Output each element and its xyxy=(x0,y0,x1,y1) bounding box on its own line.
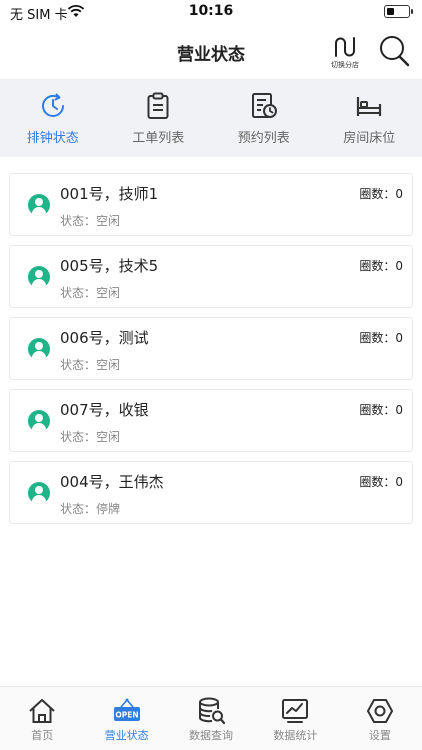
database-search-icon xyxy=(199,697,226,725)
round-count: 圈数：0 xyxy=(359,475,403,489)
technician-name: 005号，技术5 xyxy=(60,257,159,275)
open-sign-icon: OPEN xyxy=(113,698,140,721)
nav-home[interactable]: 首页 xyxy=(0,687,84,750)
technician-card[interactable]: 005号，技术5 状态：空闲 圈数：0 xyxy=(9,245,413,308)
technician-name: 004号，王伟杰 xyxy=(60,473,164,491)
technician-card[interactable]: 004号，王伟杰 状态：停牌 圈数：0 xyxy=(9,461,413,524)
top-tab-bar: 排钟状态 工单列表 预约列表 房间床位 xyxy=(0,79,422,157)
avatar-icon xyxy=(28,482,50,504)
tab-label: 排钟状态 xyxy=(26,131,79,146)
clock-time: 10:16 xyxy=(188,3,234,19)
avatar-icon xyxy=(28,266,50,288)
clock-refresh-icon xyxy=(41,93,64,117)
tab-label: 房间床位 xyxy=(343,131,396,146)
tab-schedule-status[interactable]: 排钟状态 xyxy=(0,79,106,157)
nav-label: 首页 xyxy=(31,729,54,742)
status-bar: 无 SIM 卡 10:16 xyxy=(0,0,422,26)
tab-appointments[interactable]: 预约列表 xyxy=(211,79,317,157)
tab-work-orders[interactable]: 工单列表 xyxy=(106,79,212,157)
battery-level xyxy=(386,7,394,15)
technician-status: 状态：空闲 xyxy=(60,430,121,444)
technician-status: 状态：停牌 xyxy=(60,502,121,516)
technician-status: 状态：空闲 xyxy=(60,214,121,228)
nav-label: 设置 xyxy=(368,729,391,742)
wave-switch-icon xyxy=(335,37,355,57)
avatar-icon xyxy=(28,338,50,360)
technician-card[interactable]: 007号，收银 状态：空闲 圈数：0 xyxy=(9,389,413,452)
line-chart-icon xyxy=(282,699,309,723)
technician-status: 状态：空闲 xyxy=(60,358,121,372)
nav-data-stats[interactable]: 数据统计 xyxy=(253,687,337,750)
search-icon xyxy=(380,36,410,67)
open-badge-text: OPEN xyxy=(115,711,138,720)
schedule-doc-icon xyxy=(251,93,277,118)
technician-status: 状态：空闲 xyxy=(60,286,121,300)
technician-name: 007号，收银 xyxy=(60,401,149,419)
switch-branch-button[interactable]: 切换分店 xyxy=(326,32,364,72)
clipboard-icon xyxy=(147,92,169,119)
avatar-icon xyxy=(28,194,50,216)
bottom-tab-bar: 首页 OPEN 营业状态 数据查询 数据统计 设置 xyxy=(0,686,422,750)
battery-icon xyxy=(384,5,413,18)
tab-label: 工单列表 xyxy=(132,131,185,146)
search-button[interactable] xyxy=(378,34,410,68)
technician-card[interactable]: 001号，技师1 状态：空闲 圈数：0 xyxy=(9,173,413,236)
round-count: 圈数：0 xyxy=(359,187,403,201)
nav-label: 营业状态 xyxy=(104,729,149,742)
technician-name: 006号，测试 xyxy=(60,329,149,347)
technician-list: 001号，技师1 状态：空闲 圈数：0 005号，技术5 状态：空闲 圈数：0 … xyxy=(9,173,413,533)
round-count: 圈数：0 xyxy=(359,259,403,273)
bed-icon xyxy=(357,97,382,116)
nav-data-query[interactable]: 数据查询 xyxy=(169,687,253,750)
settings-icon xyxy=(366,699,393,723)
round-count: 圈数：0 xyxy=(359,331,403,345)
nav-settings[interactable]: 设置 xyxy=(338,687,422,750)
switch-branch-label: 切换分店 xyxy=(331,61,359,69)
technician-card[interactable]: 006号，测试 状态：空闲 圈数：0 xyxy=(9,317,413,380)
technician-name: 001号，技师1 xyxy=(60,185,159,203)
home-icon xyxy=(29,699,55,723)
avatar-icon xyxy=(28,410,50,432)
app-header: 营业状态 切换分店 xyxy=(0,26,422,78)
nav-business-status[interactable]: OPEN 营业状态 xyxy=(84,687,168,750)
round-count: 圈数：0 xyxy=(359,403,403,417)
tab-rooms-beds[interactable]: 房间床位 xyxy=(317,79,422,157)
nav-label: 数据统计 xyxy=(273,729,318,742)
tab-label: 预约列表 xyxy=(237,131,290,146)
nav-label: 数据查询 xyxy=(189,729,234,742)
